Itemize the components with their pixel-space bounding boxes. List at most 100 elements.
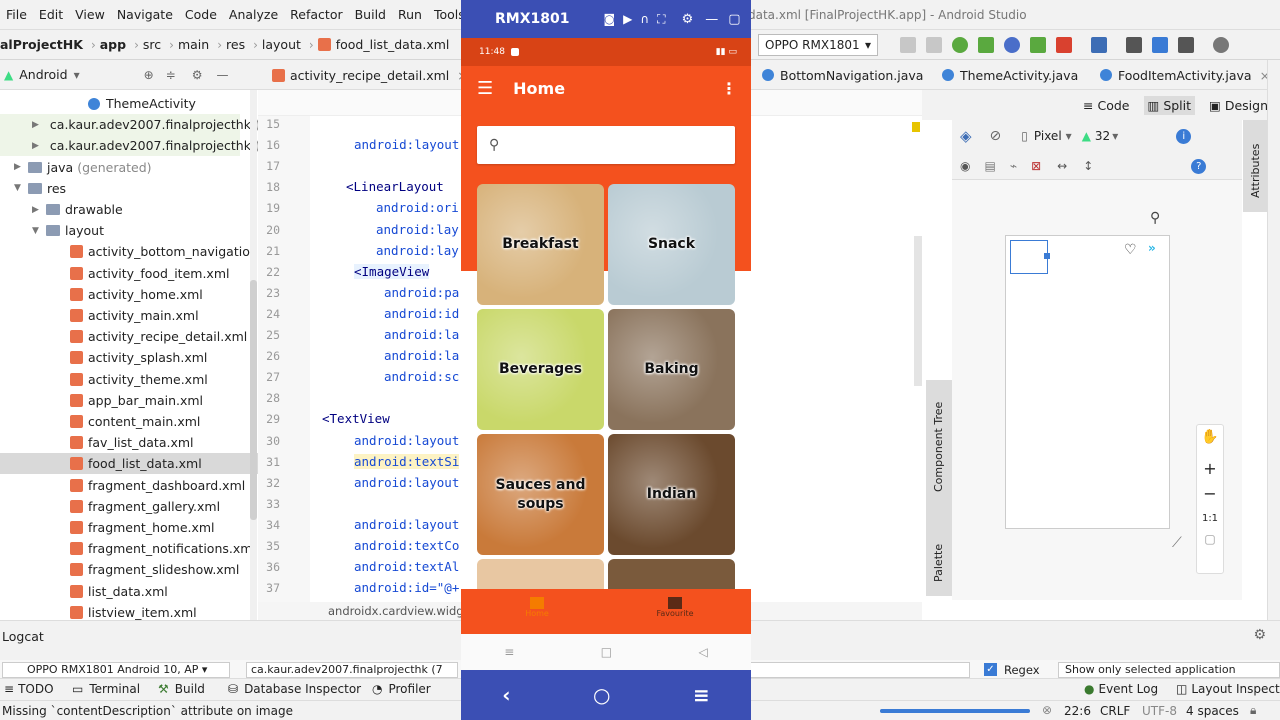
- layers-icon[interactable]: ◈: [960, 127, 972, 145]
- selection-handle[interactable]: [1044, 253, 1050, 259]
- build-tool[interactable]: ⚒ Build: [158, 682, 205, 696]
- api-level[interactable]: 32: [1095, 129, 1110, 143]
- attach-icon[interactable]: [1030, 37, 1046, 53]
- camera-icon[interactable]: ◙: [603, 12, 615, 26]
- menu-item-refactor[interactable]: Refactor: [290, 7, 342, 22]
- tree-item[interactable]: ▶ca.kaur.adev2007.finalprojecthk(te: [0, 135, 258, 157]
- tab-food-item-activity[interactable]: FoodItemActivity.java ×: [1092, 60, 1278, 90]
- expand-arrow-icon[interactable]: ▼: [32, 226, 40, 236]
- video-icon[interactable]: ▶: [623, 12, 632, 26]
- tree-item[interactable]: content_main.xml: [70, 411, 200, 432]
- menu-item-file[interactable]: File: [6, 7, 27, 22]
- gear-icon[interactable]: ⚙: [1253, 627, 1266, 643]
- tree-item[interactable]: activity_recipe_detail.xml: [70, 326, 247, 347]
- category-card-partial[interactable]: [477, 559, 604, 589]
- cancel-icon[interactable]: ⊗: [1042, 703, 1052, 717]
- tree-item[interactable]: fragment_slideshow.xml: [70, 559, 239, 580]
- overflow-menu-icon[interactable]: ⋮: [721, 79, 737, 98]
- blueprint-icon[interactable]: ▤: [984, 159, 995, 173]
- menu-item-code[interactable]: Code: [185, 7, 217, 22]
- lock-icon[interactable]: 🔒︎: [1250, 703, 1256, 718]
- search-everywhere-icon[interactable]: [1213, 37, 1229, 53]
- split-mode-button[interactable]: ▥ Split: [1143, 95, 1196, 115]
- tree-item[interactable]: ▶ca.kaur.adev2007.finalprojecthk(a: [0, 114, 258, 136]
- tree-item[interactable]: fragment_notifications.xml: [70, 538, 256, 559]
- search-input[interactable]: [507, 137, 708, 153]
- debug-icon[interactable]: [952, 37, 968, 53]
- todo-tool[interactable]: ≡ TODO: [4, 682, 54, 696]
- breadcrumb-item[interactable]: food_list_data.xml: [336, 37, 450, 52]
- home-icon[interactable]: ○: [593, 683, 610, 707]
- tab-activity-recipe-detail[interactable]: activity_recipe_detail.xml ×: [264, 60, 476, 90]
- device-manager-icon[interactable]: [1178, 37, 1194, 53]
- sdk-manager-icon[interactable]: [1152, 37, 1168, 53]
- zoom-out-button[interactable]: −: [1197, 484, 1223, 503]
- tree-item[interactable]: listview_item.xml: [70, 602, 197, 620]
- line-separator[interactable]: CRLF: [1100, 704, 1130, 718]
- design-mode-button[interactable]: ▣ Design: [1209, 98, 1268, 113]
- menu-icon[interactable]: ≡: [693, 683, 710, 707]
- hamburger-menu-icon[interactable]: ☰: [477, 78, 493, 99]
- project-view-selector[interactable]: Android: [19, 67, 67, 82]
- logcat-search-input[interactable]: [750, 662, 970, 678]
- tree-item[interactable]: fav_list_data.xml: [70, 432, 194, 453]
- menu-item-run[interactable]: Run: [398, 7, 422, 22]
- breadcrumb-item[interactable]: alProjectHK: [0, 37, 83, 52]
- attributes-label[interactable]: Attributes: [1249, 144, 1262, 198]
- autoconnect-icon[interactable]: ⌁: [1010, 159, 1017, 173]
- indent-setting[interactable]: 4 spaces: [1186, 704, 1239, 718]
- pan-icon[interactable]: ✋: [1197, 429, 1223, 445]
- profiler-tool[interactable]: ◔ Profiler: [372, 682, 431, 696]
- horizontal-arrows-icon[interactable]: ↔: [1057, 159, 1067, 173]
- back-icon[interactable]: ‹: [502, 683, 510, 707]
- zoom-fit-icon[interactable]: ▢: [1197, 532, 1223, 546]
- tree-scrollbar[interactable]: [250, 90, 257, 620]
- warning-marker[interactable]: [912, 122, 920, 132]
- tree-item[interactable]: activity_food_item.xml: [70, 263, 229, 284]
- eye-icon[interactable]: ◉: [960, 159, 970, 173]
- minimize-icon[interactable]: —: [705, 12, 718, 27]
- headphones-icon[interactable]: ∩: [640, 12, 649, 26]
- minimize-icon[interactable]: —: [216, 68, 228, 82]
- tree-item[interactable]: activity_home.xml: [70, 284, 203, 305]
- clear-constraints-icon[interactable]: ⊠: [1031, 159, 1041, 173]
- avd-manager-icon[interactable]: [1126, 37, 1142, 53]
- expand-arrow-icon[interactable]: ▶: [14, 162, 22, 172]
- event-log-tool[interactable]: ● Event Log: [1084, 682, 1158, 696]
- apply-changes-icon[interactable]: [926, 37, 942, 53]
- collapse-icon[interactable]: ≑: [166, 68, 176, 82]
- profile-icon[interactable]: [1004, 37, 1020, 53]
- gear-icon[interactable]: ⚙: [682, 12, 694, 27]
- attach-debugger-icon[interactable]: [978, 37, 994, 53]
- locate-icon[interactable]: ⊕: [144, 68, 154, 82]
- menu-item-edit[interactable]: Edit: [39, 7, 63, 22]
- category-card[interactable]: Baking: [608, 309, 735, 430]
- menu-item-analyze[interactable]: Analyze: [229, 7, 278, 22]
- tree-item[interactable]: ▼ res: [14, 178, 66, 199]
- tree-item[interactable]: ThemeActivity: [88, 93, 196, 114]
- wrench-icon[interactable]: ⚲: [1150, 210, 1160, 226]
- tree-item[interactable]: app_bar_main.xml: [70, 390, 203, 411]
- breadcrumb-item[interactable]: res: [226, 37, 245, 52]
- nav-home[interactable]: Home: [517, 597, 557, 618]
- gear-icon[interactable]: ⚙: [192, 68, 203, 82]
- regex-checkbox[interactable]: ✓: [984, 663, 997, 676]
- tree-item[interactable]: activity_splash.xml: [70, 347, 207, 368]
- help-icon[interactable]: ?: [1191, 158, 1207, 174]
- tree-item[interactable]: activity_bottom_navigation.xm: [70, 241, 258, 262]
- recents-icon[interactable]: ≡: [504, 645, 514, 659]
- breadcrumb-item[interactable]: layout: [262, 37, 301, 52]
- tree-item[interactable]: fragment_dashboard.xml: [70, 475, 245, 496]
- imageview-placeholder[interactable]: [1010, 240, 1048, 274]
- expand-arrow-icon[interactable]: ▶: [32, 205, 40, 215]
- breadcrumb-item[interactable]: app: [100, 37, 126, 52]
- category-card-partial[interactable]: [608, 559, 735, 589]
- nav-favourite[interactable]: Favourite: [645, 597, 705, 618]
- resize-handle-icon[interactable]: ⟋: [1172, 535, 1182, 551]
- category-card[interactable]: Snack: [608, 184, 735, 305]
- caret-position[interactable]: 22:6: [1064, 704, 1091, 718]
- zoom-in-button[interactable]: +: [1197, 459, 1223, 478]
- layout-inspector-tool[interactable]: ◫ Layout Inspecto: [1176, 682, 1280, 696]
- expand-arrow-icon[interactable]: ▶: [32, 141, 39, 151]
- sync-icon[interactable]: [1091, 37, 1107, 53]
